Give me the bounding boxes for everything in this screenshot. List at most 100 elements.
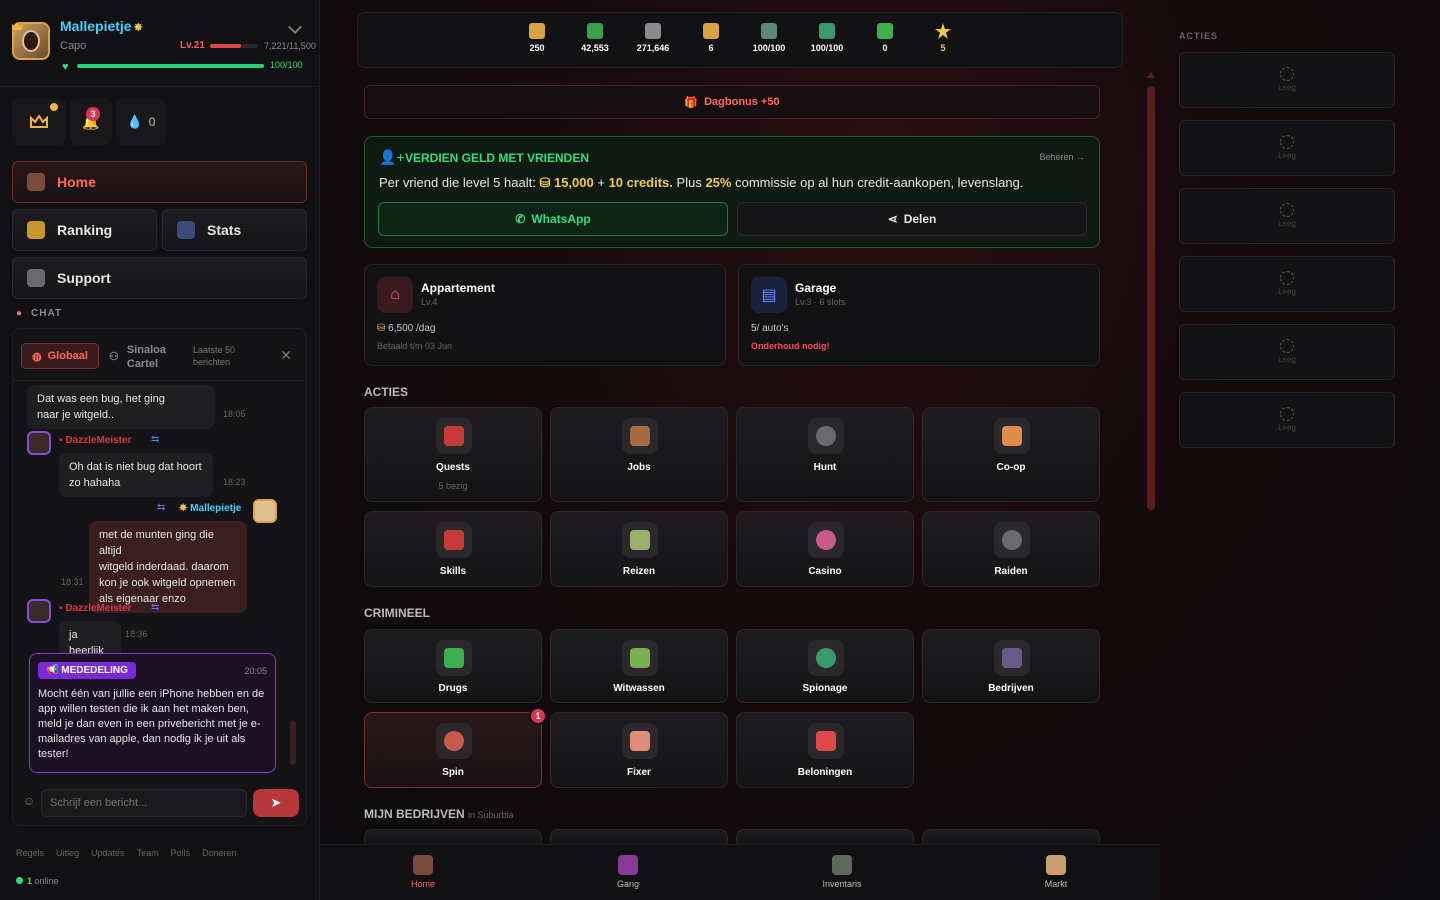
main-scrollbar-thumb[interactable]	[1147, 86, 1155, 510]
share-button[interactable]: ⋖ Delen	[737, 202, 1087, 236]
tile-coop[interactable]: Co-op	[922, 407, 1100, 502]
chevron-down-icon[interactable]	[287, 19, 303, 35]
support-icon	[27, 269, 45, 287]
action-slot[interactable]: Leeg	[1179, 188, 1395, 244]
message-sender[interactable]: ✵ Mallepietje	[179, 503, 241, 514]
footer-link-polls[interactable]: Polls	[171, 848, 191, 858]
notifications-button[interactable]: 🔔 3	[70, 99, 112, 145]
reply-icon[interactable]: ⇆	[151, 434, 159, 445]
loading-icon	[1280, 271, 1294, 285]
bottom-nav: Home Gang Inventaris Markt	[320, 844, 1160, 900]
referral-text: Per vriend die level 5 haalt: ⛁ 15,000 +…	[379, 175, 1023, 191]
resource-vault[interactable]: 271,646	[625, 23, 681, 53]
bottom-nav-markt[interactable]: Markt	[1016, 855, 1096, 889]
action-slot[interactable]: Leeg	[1179, 256, 1395, 312]
footer-link-guide[interactable]: Uitleg	[56, 848, 79, 858]
map-icon	[622, 522, 658, 558]
resource-value: 6	[708, 43, 714, 53]
tile-drugs[interactable]: Drugs	[364, 629, 542, 703]
avatar[interactable]	[27, 599, 51, 623]
reply-icon[interactable]: ⇆	[157, 502, 165, 513]
resource-drugs[interactable]: 0	[857, 23, 913, 53]
casino-chips-icon	[808, 522, 844, 558]
resource-stars[interactable]: 5	[915, 23, 971, 53]
footer-link-updates[interactable]: Updates	[91, 848, 125, 858]
tile-witwassen[interactable]: Witwassen	[550, 629, 728, 703]
resource-crowns[interactable]: 6	[683, 23, 739, 53]
property-garage[interactable]: ▤ Garage Lv.3 · 6 slots 5/ auto's Onderh…	[738, 264, 1100, 366]
manage-link[interactable]: Beheren →	[1039, 152, 1085, 162]
action-slot[interactable]: Leeg	[1179, 120, 1395, 176]
main-scrollbar[interactable]	[1147, 72, 1155, 512]
share-icon: ⋖	[887, 212, 898, 226]
tile-spionage[interactable]: Spionage	[736, 629, 914, 703]
property-apartment[interactable]: ⌂ Appartement Lv.4 ⛁ 6,500 /dag Betaald …	[364, 264, 726, 366]
avatar[interactable]	[27, 431, 51, 455]
tile-quests[interactable]: Quests 5 bezig	[364, 407, 542, 502]
gift-icon	[808, 723, 844, 759]
message-time: 18:31	[61, 577, 84, 587]
action-slot[interactable]: Leeg	[1179, 52, 1395, 108]
nav-stats-label: Stats	[207, 222, 242, 238]
tile-casino[interactable]: Casino	[736, 511, 914, 587]
tile-label: Hunt	[813, 462, 837, 473]
tab-global[interactable]: ◍ Globaal	[21, 343, 99, 369]
tab-cartel[interactable]: ⚇ Sinaloa Cartel	[109, 343, 166, 371]
nav-home-label: Home	[57, 174, 96, 190]
resource-cash[interactable]: 250	[509, 23, 565, 53]
tile-label: Drugs	[438, 683, 468, 694]
last-messages-1: Laatste 50	[193, 345, 236, 355]
avatar[interactable]	[253, 499, 277, 523]
tile-spin[interactable]: Spin 1	[364, 707, 547, 788]
tile-reizen[interactable]: Reizen	[550, 511, 728, 587]
nav-ranking[interactable]: Ranking	[12, 209, 157, 251]
resource-health[interactable]: 100/100	[799, 23, 855, 53]
message-line: naar je witgeld..	[37, 409, 115, 421]
section-bedrijven-location: in Suburbia	[468, 810, 514, 820]
message-line: witgeld inderdaad. daarom	[99, 561, 229, 573]
avatar[interactable]	[12, 22, 50, 60]
action-slot[interactable]: Leeg	[1179, 324, 1395, 380]
reply-icon[interactable]: ⇆	[151, 602, 159, 613]
resource-bank[interactable]: 42,553	[567, 23, 623, 53]
nav-home[interactable]: Home	[12, 161, 307, 203]
tile-beloningen[interactable]: Beloningen	[736, 712, 914, 788]
fire-button[interactable]: 💧 0	[116, 99, 166, 145]
message-sender[interactable]: ▪ DazzleMeister	[59, 603, 131, 614]
nav-stats[interactable]: Stats	[162, 209, 307, 251]
announcement-tag: 📢 MEDEDELING	[38, 662, 136, 679]
chat-scrollbar[interactable]	[290, 391, 296, 771]
tile-jobs[interactable]: Jobs	[550, 407, 728, 502]
chat-scrollbar-thumb[interactable]	[290, 721, 296, 765]
action-slot[interactable]: Leeg	[1179, 392, 1395, 448]
resource-energy[interactable]: 100/100	[741, 23, 797, 53]
referral-percent: 25%	[705, 175, 732, 190]
footer-link-rules[interactable]: Regels	[16, 848, 44, 858]
crosshair-icon	[808, 418, 844, 454]
emoji-icon[interactable]: ☺	[23, 794, 35, 808]
bottom-nav-home[interactable]: Home	[383, 855, 463, 889]
tile-bedrijven[interactable]: Bedrijven	[922, 629, 1100, 703]
tile-fixer[interactable]: Fixer	[550, 712, 728, 788]
message-sender[interactable]: ▪ DazzleMeister	[59, 435, 131, 446]
daily-bonus-button[interactable]: 🎁 Dagbonus +50	[364, 85, 1100, 119]
announcement-tag-label: MEDEDELING	[61, 665, 128, 676]
footer-link-donate[interactable]: Doneren	[202, 848, 237, 858]
bottom-nav-gang[interactable]: Gang	[588, 855, 668, 889]
chat-input[interactable]	[41, 789, 247, 817]
bottom-nav-inventaris[interactable]: Inventaris	[802, 855, 882, 889]
nav-support[interactable]: Support	[12, 257, 307, 299]
footer-link-team[interactable]: Team	[137, 848, 159, 858]
scroll-up-icon[interactable]	[1147, 72, 1155, 78]
close-icon[interactable]: ✕	[280, 347, 292, 364]
loading-icon	[1280, 339, 1294, 353]
vip-button[interactable]	[12, 99, 66, 145]
profile-card[interactable]: Mallepietje ✵ Capo Lv.21 7,221/11,500 ♥ 1…	[12, 14, 316, 74]
tile-raiden[interactable]: Raiden	[922, 511, 1100, 587]
loading-icon	[1280, 407, 1294, 421]
tile-hunt[interactable]: Hunt	[736, 407, 914, 502]
tile-skills[interactable]: Skills	[364, 511, 542, 587]
globe-icon: ◍	[32, 350, 42, 363]
send-button[interactable]: ➤	[253, 789, 299, 817]
whatsapp-button[interactable]: ✆ WhatsApp	[378, 202, 728, 236]
